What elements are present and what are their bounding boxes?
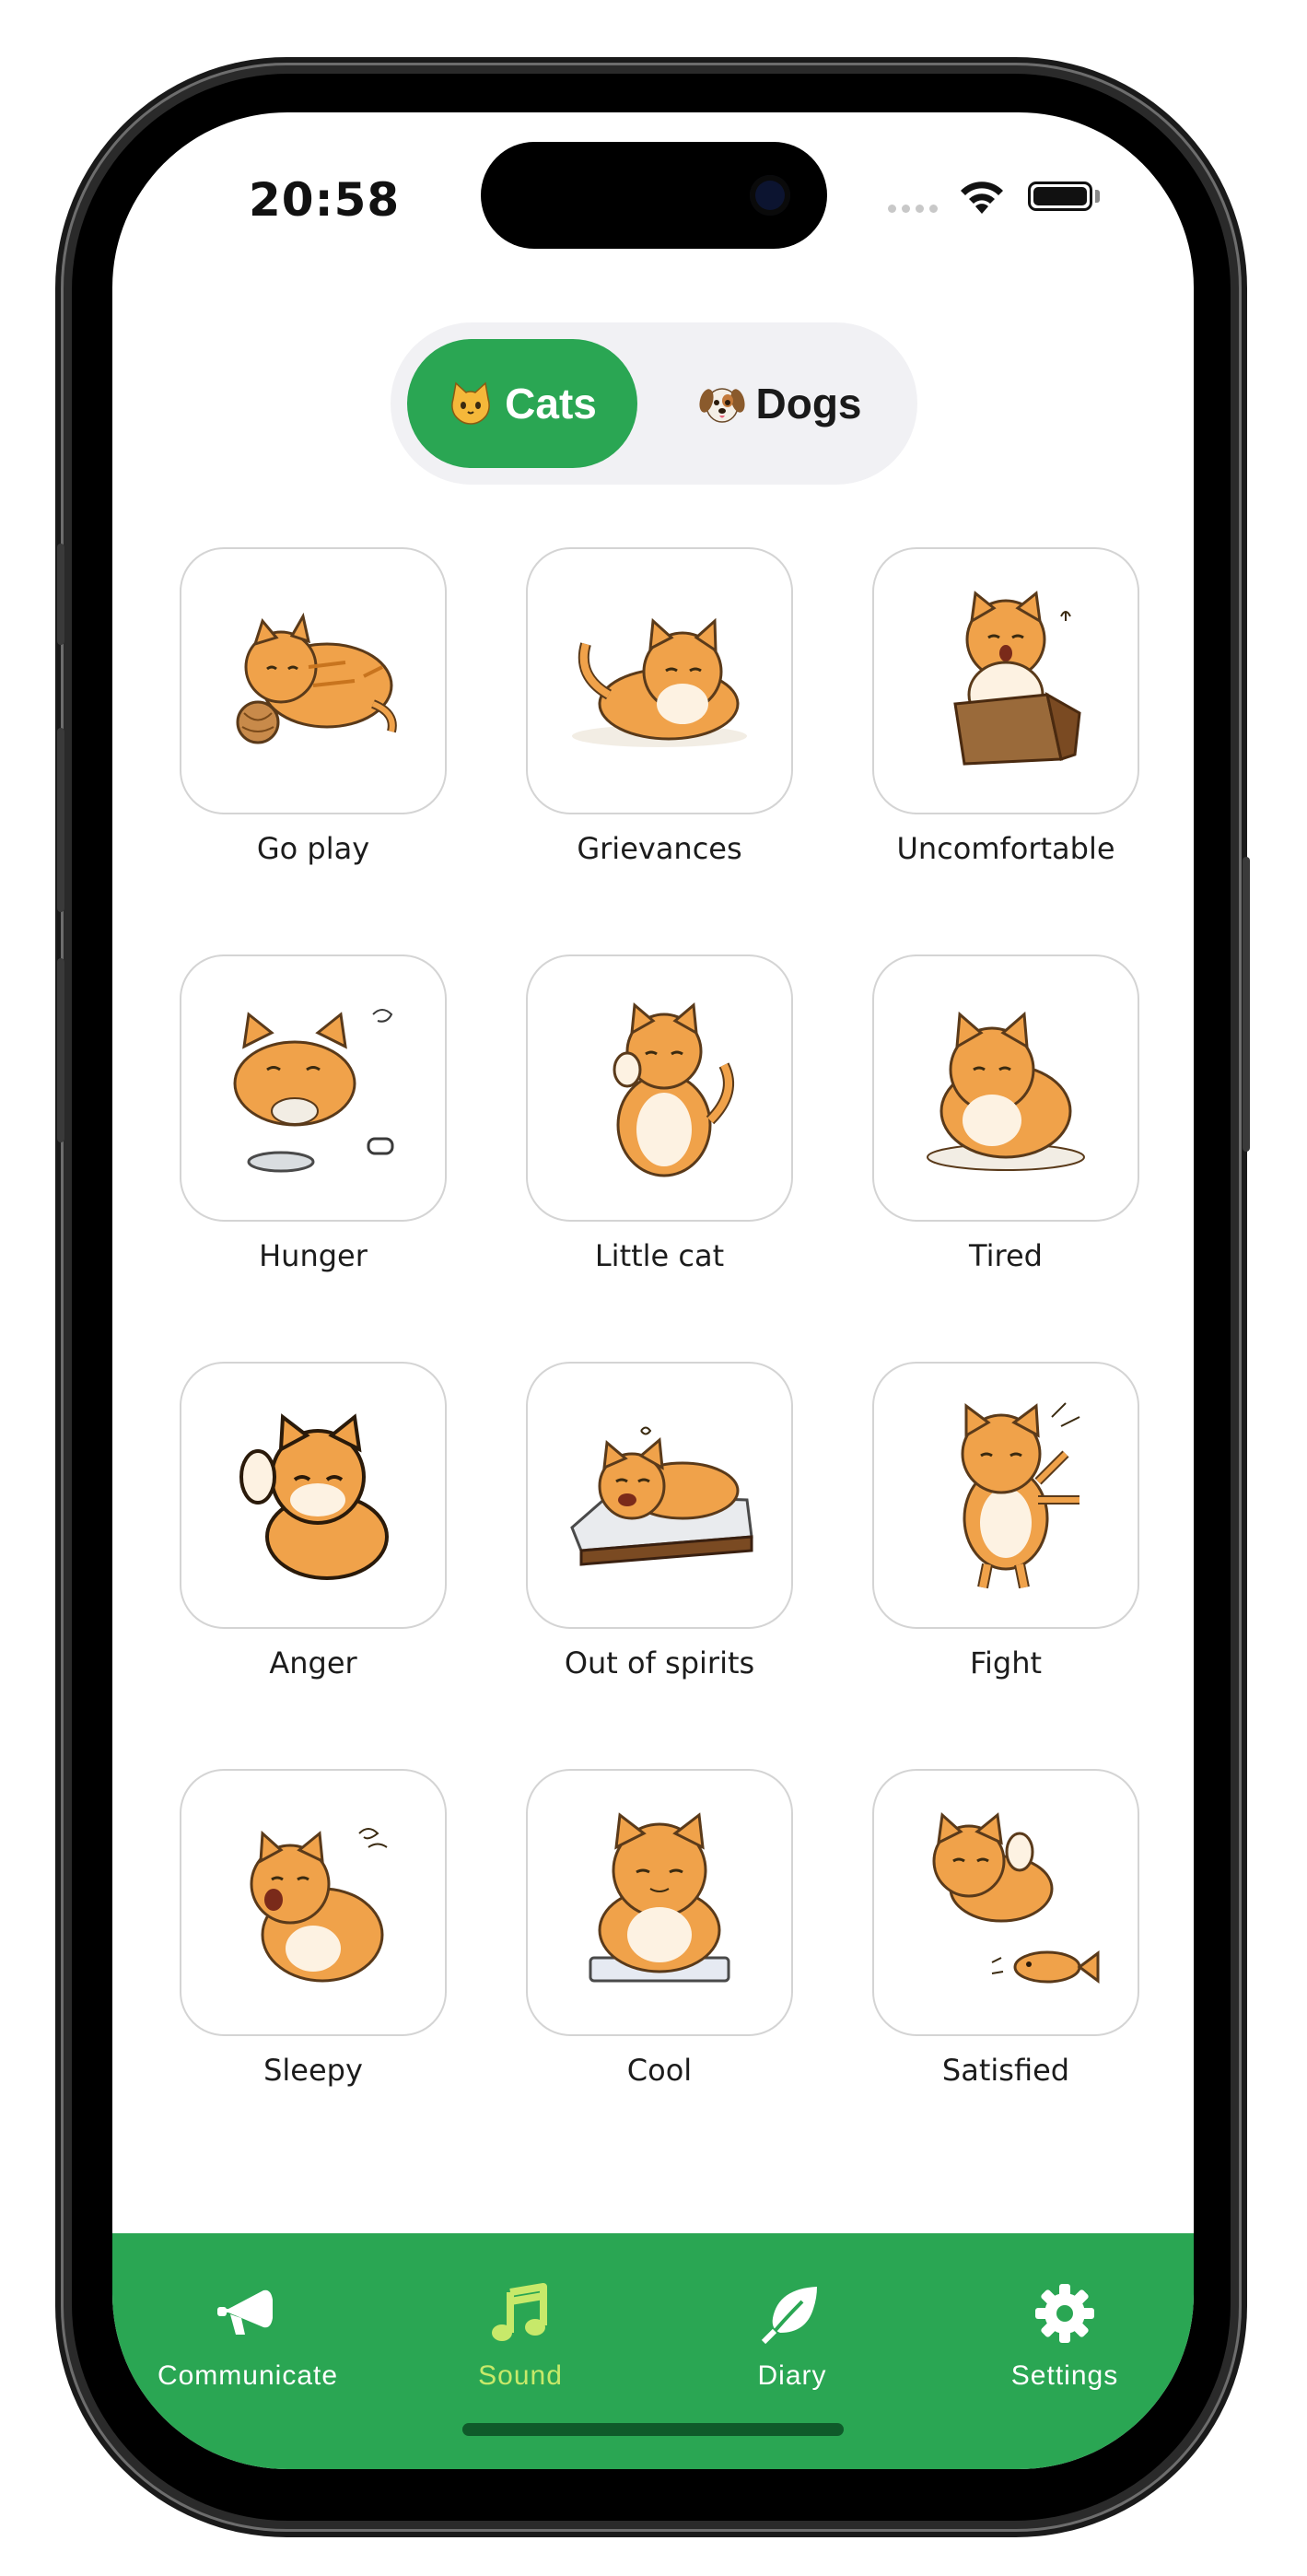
volume-down-button (57, 958, 64, 1142)
sound-label: Sleepy (263, 2053, 363, 2088)
segment-dogs[interactable]: Dogs (658, 339, 903, 468)
power-button (1243, 857, 1250, 1152)
app-screen: 20:58 Cats Dogs Go play Grievances Uncom… (112, 112, 1194, 2469)
sound-label: Go play (256, 831, 370, 866)
sound-card[interactable] (180, 954, 447, 1222)
sound-tile[interactable]: Satisfied (872, 1769, 1139, 2088)
sound-tile[interactable]: Hunger (180, 954, 447, 1273)
sound-tile[interactable]: Go play (180, 547, 447, 866)
dog-face-icon (698, 388, 745, 423)
sound-card[interactable] (526, 954, 793, 1222)
tab-settings-label: Settings (1010, 2360, 1119, 2391)
cat-jumping-icon (961, 1402, 1080, 1589)
tab-communicate[interactable]: Communicate (137, 2281, 358, 2392)
sound-card[interactable] (872, 1769, 1139, 2036)
sound-card[interactable] (872, 954, 1139, 1222)
music-note-icon (492, 2283, 547, 2341)
cat-playing-yarn-icon (236, 612, 397, 744)
cat-waving-icon (239, 1413, 389, 1580)
pet-type-segmented-control: Cats Dogs (391, 322, 917, 485)
sound-label: Uncomfortable (896, 831, 1115, 866)
segment-dogs-label: Dogs (755, 380, 862, 427)
tab-diary-label: Diary (757, 2360, 827, 2391)
cat-lying-down-icon (572, 617, 747, 747)
cat-sitting-front-icon (589, 1812, 730, 1983)
sound-card[interactable] (180, 547, 447, 814)
sound-label: Tired (969, 1238, 1043, 1273)
sound-card[interactable] (526, 547, 793, 814)
tab-communicate-label: Communicate (157, 2360, 339, 2391)
gear-icon (1035, 2284, 1094, 2343)
home-indicator[interactable] (462, 2423, 844, 2436)
sound-card[interactable] (180, 1769, 447, 2036)
wifi-icon (961, 181, 1003, 214)
battery-nub (1095, 190, 1100, 203)
segment-cats-label: Cats (505, 380, 597, 427)
sound-card[interactable] (872, 1362, 1139, 1629)
tab-diary[interactable]: Diary (682, 2281, 903, 2392)
sound-tile[interactable]: Out of spirits (526, 1362, 793, 1680)
sound-label: Fight (969, 1645, 1043, 1680)
cat-on-bed-icon (570, 1426, 753, 1566)
cat-with-bowl-icon (233, 1009, 394, 1173)
sound-tile[interactable]: Tired (872, 954, 1139, 1273)
sound-label: Satisfied (941, 2053, 1070, 2088)
sound-tile[interactable]: Little cat (526, 954, 793, 1273)
sound-card[interactable] (180, 1362, 447, 1629)
tab-sound-label: Sound (478, 2360, 563, 2391)
sound-tile[interactable]: Cool (526, 1769, 793, 2088)
tab-settings[interactable]: Settings (954, 2281, 1175, 2392)
cat-face-icon (451, 381, 491, 425)
cat-in-box-icon (953, 591, 1081, 766)
sound-label: Grievances (577, 831, 742, 866)
cat-yawning-icon (250, 1828, 388, 1983)
battery-icon (1028, 181, 1092, 211)
status-time: 20:58 (249, 173, 401, 227)
action-button (57, 544, 64, 645)
sound-tile[interactable]: Anger (180, 1362, 447, 1680)
sound-label: Hunger (259, 1238, 368, 1273)
cellular-signal-icon (888, 205, 938, 213)
sound-card[interactable] (872, 547, 1139, 814)
sound-tile[interactable]: Sleepy (180, 1769, 447, 2088)
sound-card[interactable] (526, 1362, 793, 1629)
cat-with-fish-icon (932, 1811, 1100, 1984)
leaf-icon (761, 2287, 817, 2345)
tab-sound[interactable]: Sound (410, 2281, 631, 2392)
cat-resting-icon (927, 1011, 1085, 1171)
segment-cats[interactable]: Cats (407, 339, 637, 468)
megaphone-icon (217, 2289, 273, 2335)
sound-tile[interactable]: Grievances (526, 547, 793, 866)
sound-label: Cool (626, 2053, 693, 2088)
sound-label: Little cat (594, 1238, 725, 1273)
sound-label: Anger (269, 1645, 357, 1680)
front-camera-icon (750, 175, 790, 216)
sound-grid: Go play Grievances Uncomfortable Hunger … (180, 547, 1139, 2088)
sound-tile[interactable]: Uncomfortable (872, 547, 1139, 866)
volume-up-button (57, 728, 64, 912)
sound-label: Out of spirits (564, 1645, 755, 1680)
sound-card[interactable] (526, 1769, 793, 2036)
cat-sitting-icon (613, 1002, 734, 1177)
sound-tile[interactable]: Fight (872, 1362, 1139, 1680)
